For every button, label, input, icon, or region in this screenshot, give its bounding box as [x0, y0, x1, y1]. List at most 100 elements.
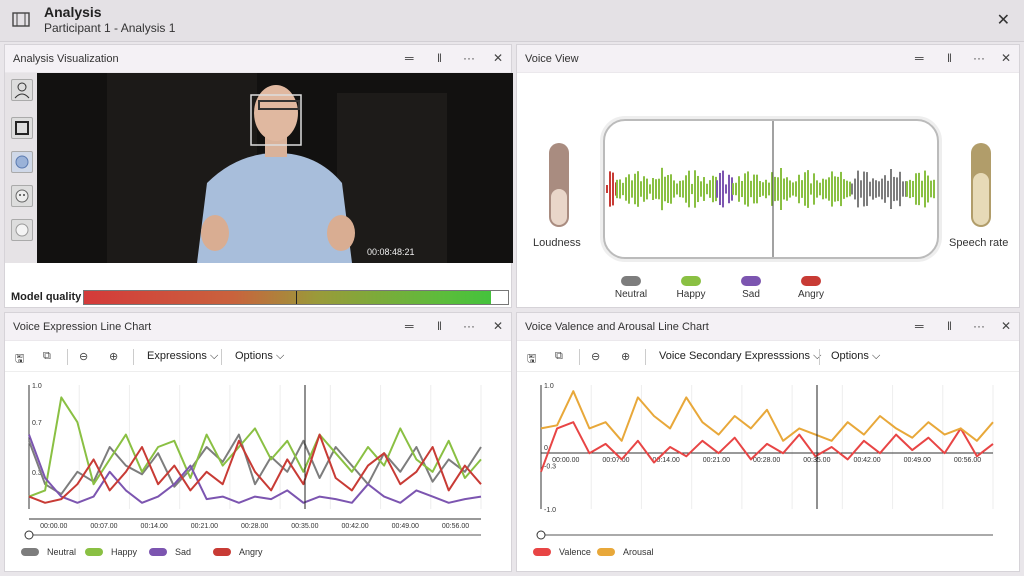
model-quality-marker [296, 291, 297, 304]
more-icon[interactable]: ··· [463, 319, 475, 333]
minimize-icon[interactable]: ═ [405, 51, 414, 65]
zoom-out-icon[interactable]: ⊖ [79, 350, 88, 363]
panel-header: Voice Expression Line Chart ═ ‖ ··· ✕ [5, 313, 511, 341]
legend-label: Sad [742, 289, 760, 300]
legend-label: Neutral [614, 289, 648, 300]
frame-icon[interactable] [11, 117, 33, 139]
split-icon[interactable]: ‖ [437, 319, 442, 333]
video-timestamp: 00:08:48:21 [367, 247, 415, 257]
legend-swatch [149, 548, 167, 556]
close-icon[interactable]: ✕ [493, 319, 503, 333]
x-tick-label: 00:21.00 [191, 523, 218, 530]
x-tick-label: 00:35.00 [291, 523, 318, 530]
loudness-gauge [549, 143, 569, 227]
options-dropdown[interactable]: Options ⌵ [831, 350, 880, 363]
panel-title: Voice Valence and Arousal Line Chart [525, 321, 709, 333]
expressions-dropdown[interactable]: Expressions ⌵ [147, 350, 218, 363]
panel-header: Voice Valence and Arousal Line Chart ═ ‖… [517, 313, 1019, 341]
panel-title: Voice View [525, 53, 579, 65]
options-dropdown[interactable]: Options ⌵ [235, 350, 284, 363]
legend-item[interactable]: Arousal [597, 547, 654, 557]
legend-label: Sad [175, 547, 192, 557]
model-quality-fill-gap [491, 291, 508, 304]
toolbar-divider [221, 349, 222, 365]
secondary-expressions-dropdown[interactable]: Voice Secondary Expresssions ⌵ [659, 350, 821, 363]
face-outline-icon[interactable] [11, 219, 33, 241]
legend-item[interactable]: Neutral [21, 547, 76, 557]
copy-icon[interactable]: ⧉ [43, 350, 51, 363]
voice-view-panel: Voice View ═ ‖ ··· ✕ Loudness Speech rat… [516, 44, 1020, 308]
zoom-in-icon[interactable]: ⊕ [109, 350, 118, 363]
legend-swatch [801, 276, 821, 286]
more-icon[interactable]: ··· [463, 51, 475, 65]
more-icon[interactable]: ··· [973, 319, 985, 333]
save-icon[interactable]: 🖫 [15, 350, 24, 369]
legend-swatch [681, 276, 701, 286]
tool-sidebar [5, 73, 37, 263]
video-frame[interactable]: 00:08:48:21 [37, 73, 513, 263]
minimize-icon[interactable]: ═ [405, 319, 414, 333]
speech-rate-label: Speech rate [949, 237, 1009, 249]
close-icon[interactable]: ✕ [1001, 319, 1011, 333]
minimize-icon[interactable]: ═ [915, 51, 924, 65]
expression-chart[interactable]: 1.00.70.300:00.00 00:07.00 00:14.00 00:21.0… [5, 375, 511, 545]
legend-swatch [21, 548, 39, 556]
panel-header: Voice View ═ ‖ ··· ✕ [517, 45, 1019, 73]
more-icon[interactable]: ··· [973, 51, 985, 65]
x-tick-label: 00:00.00 [40, 523, 67, 530]
series-line [540, 421, 994, 473]
y-tick-label: 1.0 [544, 383, 554, 390]
waveform [606, 121, 935, 257]
close-icon[interactable]: ✕ [493, 51, 503, 65]
x-tick-label: 00:42.00 [341, 523, 368, 530]
save-icon[interactable]: 🖫 [527, 350, 536, 369]
y-tick-label: -0.3 [544, 464, 556, 471]
y-tick-label: -1.0 [544, 507, 556, 514]
timeline-scrubber-handle[interactable] [536, 530, 546, 540]
legend-label: Arousal [623, 547, 654, 557]
x-tick-label: 00:56.00 [442, 523, 469, 530]
toolbar-divider [645, 349, 646, 365]
legend-item[interactable]: Sad [149, 547, 191, 557]
zoom-in-icon[interactable]: ⊕ [621, 350, 630, 363]
legend-item[interactable]: Angry [213, 547, 263, 557]
legend-label: Angry [239, 547, 263, 557]
legend-label: Happy [676, 289, 706, 300]
x-tick-label: 00:28.00 [753, 457, 780, 464]
legend-label: Neutral [47, 547, 77, 557]
minimize-icon[interactable]: ═ [915, 319, 924, 333]
face-icon[interactable] [11, 185, 33, 207]
window-subtitle: Participant 1 - Analysis 1 [44, 21, 176, 35]
legend-item[interactable]: Happy [85, 547, 137, 557]
chart-toolbar: 🖫 ⧉ ⊖ ⊕ Voice Secondary Expresssions ⌵ O… [517, 342, 1019, 372]
face-mesh-icon[interactable] [11, 151, 33, 173]
x-tick-label: 00:07.00 [90, 523, 117, 530]
split-icon[interactable]: ‖ [947, 51, 952, 65]
toolbar-divider [133, 349, 134, 365]
model-quality-bar [83, 290, 509, 305]
split-icon[interactable]: ‖ [947, 319, 952, 333]
x-tick-label: 00:14.00 [141, 523, 168, 530]
y-tick-label: 0.7 [32, 420, 42, 427]
valence-arousal-chart[interactable]: 1.00-0.3-1.000:00.00 00:07.00 00:14.00 00:2… [517, 375, 1019, 545]
zoom-out-icon[interactable]: ⊖ [591, 350, 600, 363]
x-tick-label: 00:21.00 [703, 457, 730, 464]
person-detect-icon[interactable] [11, 79, 33, 101]
legend-swatch [85, 548, 103, 556]
x-tick-label: 00:49.00 [904, 457, 931, 464]
copy-icon[interactable]: ⧉ [555, 350, 563, 363]
split-icon[interactable]: ‖ [437, 51, 442, 65]
window-title: Analysis [44, 4, 102, 20]
toolbar-divider [819, 349, 820, 365]
legend-swatch [621, 276, 641, 286]
close-icon[interactable]: ✕ [1001, 51, 1011, 65]
legend-label: Valence [559, 547, 591, 557]
timeline-scrubber-handle[interactable] [24, 530, 34, 540]
film-icon [12, 12, 30, 27]
legend-swatch [597, 548, 615, 556]
legend-item[interactable]: Valence [533, 547, 591, 557]
legend-swatch [741, 276, 761, 286]
speech-rate-fill [973, 173, 989, 225]
window-close-icon[interactable]: ✕ [997, 10, 1010, 30]
x-tick-label: 00:07.00 [602, 457, 629, 464]
